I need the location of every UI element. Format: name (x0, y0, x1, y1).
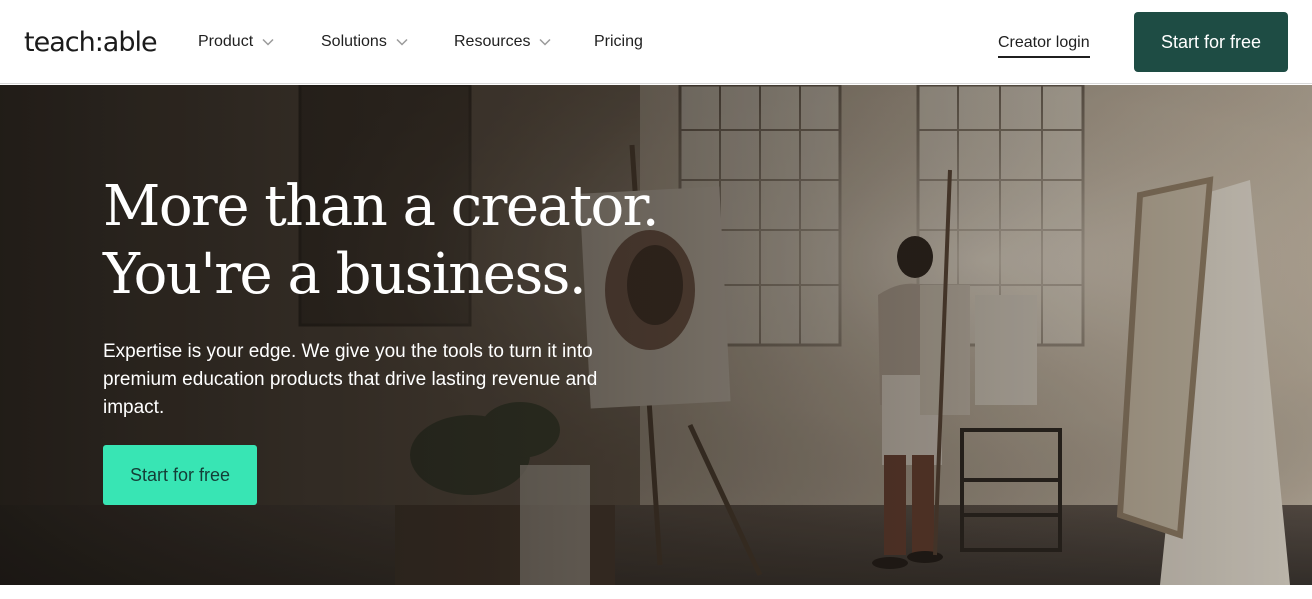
chevron-down-icon (539, 38, 552, 46)
hero-section: More than a creator. You're a business. … (0, 85, 1312, 585)
nav-item-product[interactable]: Product (198, 31, 274, 53)
nav-item-label: Pricing (594, 33, 643, 50)
hero-headline-line-2: You're a business. (103, 242, 587, 307)
nav-item-resources[interactable]: Resources (454, 31, 552, 53)
nav-item-pricing[interactable]: Pricing (594, 31, 643, 53)
hero-headline: More than a creator. You're a business. (103, 173, 663, 309)
site-header: teach:able Product Solutions Resources P… (0, 0, 1312, 84)
chevron-down-icon (396, 38, 408, 46)
nav-item-label: Product (198, 33, 254, 50)
nav-item-label: Resources (454, 33, 531, 50)
teachable-logo[interactable]: teach:able (24, 27, 158, 59)
chevron-down-icon (262, 38, 274, 46)
hero-start-for-free-button[interactable]: Start for free (103, 445, 257, 505)
page-below-hero (0, 585, 1312, 599)
nav-item-label: Solutions (321, 33, 387, 50)
nav-item-solutions[interactable]: Solutions (321, 31, 408, 53)
start-for-free-button[interactable]: Start for free (1134, 12, 1288, 72)
creator-login-link[interactable]: Creator login (998, 32, 1090, 58)
hero-background-image (0, 85, 1312, 585)
hero-headline-line-1: More than a creator. (103, 174, 660, 239)
hero-subtext: Expertise is your edge. We give you the … (103, 341, 598, 418)
